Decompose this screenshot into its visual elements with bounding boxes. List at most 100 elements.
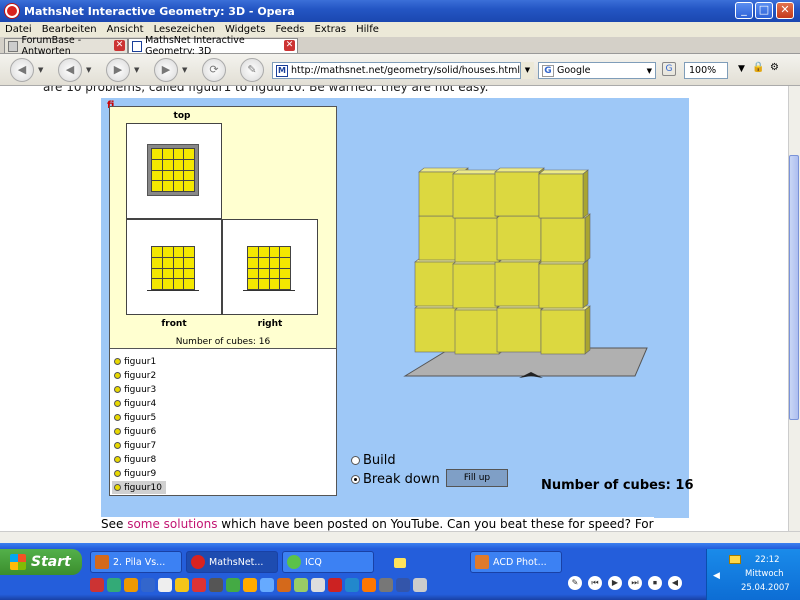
quick-launch-icon[interactable] xyxy=(124,578,138,592)
media-control-icon[interactable]: ⏭ xyxy=(628,576,642,590)
tab-close-icon[interactable]: ✕ xyxy=(284,40,295,51)
back-button[interactable]: ◀ xyxy=(10,58,34,82)
tray-expand-icon[interactable]: ◀ xyxy=(713,571,720,581)
solutions-link[interactable]: some solutions xyxy=(127,517,217,531)
forward-dropdown-icon[interactable]: ▼ xyxy=(134,66,139,74)
cube[interactable] xyxy=(540,305,591,355)
figure-item-7[interactable]: figuur7 xyxy=(112,439,160,452)
menu-bearbeiten[interactable]: Bearbeiten xyxy=(37,24,102,35)
clock-time[interactable]: 22:12 xyxy=(755,555,780,565)
search-dropdown-icon[interactable]: ▼ xyxy=(647,67,652,75)
window-titlebar[interactable]: MathsNet Interactive Geometry: 3D - Oper… xyxy=(0,0,800,22)
radio-build-circle[interactable] xyxy=(351,456,360,465)
cube[interactable] xyxy=(540,213,591,263)
cube[interactable] xyxy=(454,213,505,263)
address-bar[interactable]: M http://mathsnet.net/geometry/solid/hou… xyxy=(272,62,534,79)
figure-item-5[interactable]: figuur5 xyxy=(112,411,160,424)
scrollbar-thumb[interactable] xyxy=(789,155,799,420)
menu-lesezeichen[interactable]: Lesezeichen xyxy=(149,24,220,35)
maximize-button[interactable]: □ xyxy=(755,2,773,19)
task-acd[interactable]: ACD Phot... xyxy=(470,551,562,573)
quick-launch-icon[interactable] xyxy=(175,578,189,592)
menu-feeds[interactable]: Feeds xyxy=(270,24,309,35)
quick-launch-icon[interactable] xyxy=(294,578,308,592)
menu-widgets[interactable]: Widgets xyxy=(220,24,270,35)
zoom-field[interactable]: 100% xyxy=(684,62,728,79)
cube[interactable] xyxy=(452,169,503,219)
radio-break-down[interactable]: Break down xyxy=(351,472,440,487)
zoom-dropdown-icon[interactable]: ▼ xyxy=(738,64,745,74)
task-pila[interactable]: 2. Pila Vs... xyxy=(90,551,182,573)
cube[interactable] xyxy=(538,169,589,219)
edit-button[interactable]: ✎ xyxy=(240,58,264,82)
media-control-icon[interactable]: ⏮ xyxy=(588,576,602,590)
menu-hilfe[interactable]: Hilfe xyxy=(351,24,384,35)
rewind-dropdown-icon[interactable]: ▼ xyxy=(86,66,91,74)
figure-item-3[interactable]: figuur3 xyxy=(112,383,160,396)
cube[interactable] xyxy=(494,257,545,307)
quick-launch-icon[interactable] xyxy=(158,578,172,592)
close-window-button[interactable]: ✕ xyxy=(776,2,794,19)
quick-launch-icon[interactable] xyxy=(345,578,359,592)
start-button[interactable]: Start xyxy=(0,549,82,575)
fast-forward-dropdown-icon[interactable]: ▼ xyxy=(182,66,187,74)
forward-button[interactable]: ▶ xyxy=(106,58,130,82)
quick-launch-icon[interactable] xyxy=(90,578,104,592)
back-dropdown-icon[interactable]: ▼ xyxy=(38,66,43,74)
quick-launch-icon[interactable] xyxy=(413,578,427,592)
figure-item-4[interactable]: figuur4 xyxy=(112,397,160,410)
quick-launch-icon[interactable] xyxy=(107,578,121,592)
cube[interactable] xyxy=(452,259,503,309)
figure-item-8[interactable]: figuur8 xyxy=(112,453,160,466)
address-text[interactable]: http://mathsnet.net/geometry/solid/house… xyxy=(291,65,520,76)
tab-close-icon[interactable]: ✕ xyxy=(114,40,125,51)
cube[interactable] xyxy=(454,305,505,355)
mail-icon[interactable] xyxy=(729,555,741,564)
quick-launch-icon[interactable] xyxy=(362,578,376,592)
quick-launch-icon[interactable] xyxy=(209,578,223,592)
quick-launch-icon[interactable] xyxy=(243,578,257,592)
google-search-icon[interactable]: G xyxy=(662,62,676,76)
menu-ansicht[interactable]: Ansicht xyxy=(102,24,149,35)
media-control-icon[interactable]: ⏹ xyxy=(648,576,662,590)
menu-datei[interactable]: Datei xyxy=(0,24,37,35)
task-icq[interactable]: ICQ xyxy=(282,551,374,573)
address-dropdown-icon[interactable]: ▼ xyxy=(520,62,534,79)
quick-launch-icon[interactable] xyxy=(277,578,291,592)
fill-up-button[interactable]: Fill up xyxy=(446,469,508,487)
tab-forumbase[interactable]: ForumBase - Antworten ✕ xyxy=(4,35,128,57)
cube[interactable] xyxy=(496,211,547,261)
horizontal-scrollbar[interactable] xyxy=(0,531,800,543)
tab-mathsnet[interactable]: MathsNet Interactive Geometry: 3D ✕ xyxy=(128,35,298,57)
cube[interactable] xyxy=(538,259,589,309)
minimize-button[interactable]: _ xyxy=(735,2,753,19)
search-field[interactable]: G Google ▼ xyxy=(538,62,656,79)
quick-launch-icon[interactable] xyxy=(311,578,325,592)
quick-launch-icon[interactable] xyxy=(260,578,274,592)
radio-break-down-circle[interactable] xyxy=(351,475,360,484)
quick-launch-icon[interactable] xyxy=(226,578,240,592)
quick-launch-icon[interactable] xyxy=(141,578,155,592)
figure-item-1[interactable]: figuur1 xyxy=(112,355,160,368)
lock-icon[interactable]: 🔒 xyxy=(752,62,764,73)
figure-item-9[interactable]: figuur9 xyxy=(112,467,160,480)
figure-item-6[interactable]: figuur6 xyxy=(112,425,160,438)
radio-build[interactable]: Build xyxy=(351,453,396,468)
menu-extras[interactable]: Extras xyxy=(310,24,352,35)
task-mathsnet[interactable]: MathsNet... xyxy=(186,551,278,573)
quick-launch-icon[interactable] xyxy=(379,578,393,592)
media-control-icon[interactable]: ▶ xyxy=(608,576,622,590)
figure-item-2[interactable]: figuur2 xyxy=(112,369,160,382)
media-control-icon[interactable]: ✎ xyxy=(568,576,582,590)
rewind-button[interactable]: ◀ xyxy=(58,58,82,82)
3d-cube-scene[interactable] xyxy=(391,158,651,398)
media-control-icon[interactable]: ◀ xyxy=(668,576,682,590)
cube[interactable] xyxy=(496,303,547,353)
figure-item-10[interactable]: figuur10 xyxy=(112,481,166,494)
fast-forward-button[interactable]: ▶ xyxy=(154,58,178,82)
folder-icon[interactable] xyxy=(394,558,406,568)
quick-launch-icon[interactable] xyxy=(328,578,342,592)
geometry-applet[interactable]: fi top front right Number of cubes: xyxy=(101,98,694,518)
reload-button[interactable]: ⟳ xyxy=(202,58,226,82)
security-icon[interactable]: ⚙ xyxy=(770,62,779,73)
